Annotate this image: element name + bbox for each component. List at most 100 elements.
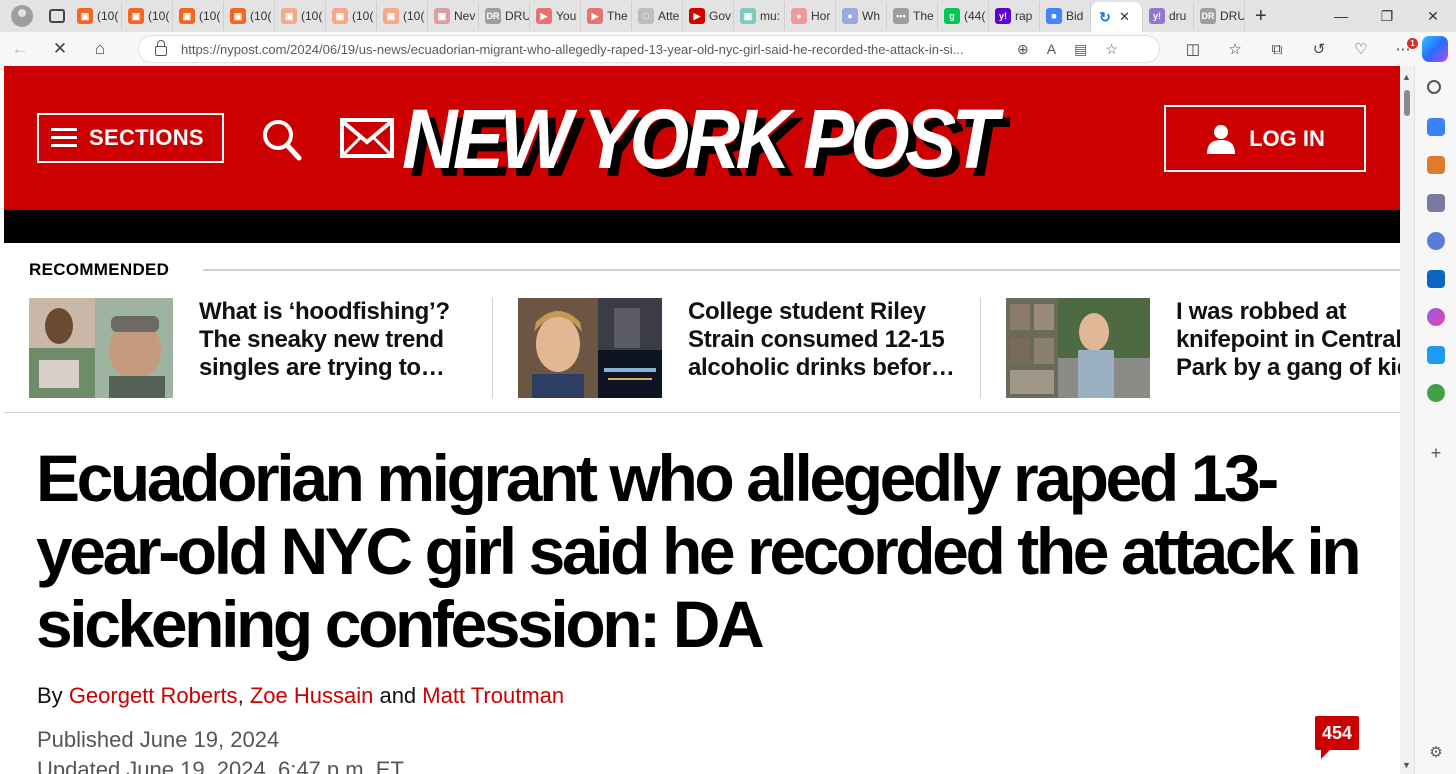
tab-favicon-icon: DR — [485, 8, 501, 24]
stop-loading-icon[interactable]: ✕ — [40, 39, 80, 59]
recommended-thumbnail[interactable] — [29, 298, 173, 398]
sidebar-settings-icon[interactable]: ⚙ — [1427, 744, 1445, 762]
browser-tab[interactable]: DR DRU — [1194, 2, 1245, 30]
recommended-thumbnail[interactable] — [1006, 298, 1150, 398]
tab-favicon-icon: ▣ — [332, 8, 348, 24]
minimize-icon[interactable]: — — [1318, 8, 1364, 24]
sidebar-shopping-icon[interactable] — [1427, 118, 1445, 136]
browser-tab[interactable]: ▶ The — [581, 2, 632, 30]
scroll-down-icon[interactable]: ▼ — [1402, 760, 1411, 770]
recommended-item[interactable]: I was robbed at knifepoint in Central Pa… — [1006, 298, 1400, 398]
favorites-icon[interactable]: ☆ — [1214, 40, 1256, 58]
browser-tab[interactable]: y! dru — [1143, 2, 1194, 30]
login-button[interactable]: LOG IN — [1164, 105, 1366, 172]
zoom-icon[interactable]: ⊕ — [1017, 41, 1029, 58]
read-aloud-icon[interactable]: A — [1047, 41, 1056, 58]
browser-tab-strip: ▣ (10(▣ (10(▣ (10(▣ (10(▣ (10(▣ (10(▣ (10(▣ Nev D… — [0, 0, 1456, 32]
window-controls: — ❐ ✕ — [1318, 0, 1456, 32]
author-link[interactable]: Matt Troutman — [422, 683, 564, 708]
tab-actions-icon[interactable] — [49, 9, 65, 23]
search-icon[interactable] — [262, 118, 302, 162]
home-icon[interactable]: ⌂ — [80, 39, 120, 59]
browser-tab[interactable]: y! rap — [989, 2, 1040, 30]
tab-favicon-icon: DR — [1200, 8, 1216, 24]
tab-label: (10( — [403, 9, 425, 23]
sidebar-games-icon[interactable] — [1427, 194, 1445, 212]
favorite-star-icon[interactable]: ☆ — [1105, 41, 1118, 58]
split-screen-icon[interactable]: ◫ — [1172, 40, 1214, 58]
recommended-separator — [980, 298, 981, 398]
new-tab-icon[interactable]: + — [1255, 5, 1267, 28]
tab-label: DRU — [505, 9, 530, 23]
tab-favicon-icon: ● — [791, 8, 807, 24]
comment-count-button[interactable]: 454 — [1315, 716, 1359, 759]
browser-tab-active[interactable]: ↻ ✕ — [1091, 2, 1143, 32]
more-menu-icon[interactable]: ⋯ 1 — [1382, 38, 1424, 58]
browser-tab[interactable]: ▣ (10( — [326, 2, 377, 30]
recommended-bottom-border — [4, 412, 1400, 413]
sidebar-search-icon[interactable] — [1427, 80, 1441, 94]
browser-tab[interactable]: □ Atte — [632, 2, 683, 30]
recommended-item[interactable]: College student Riley Strain consumed 12… — [518, 298, 968, 398]
tab-favicon-icon: g — [944, 8, 960, 24]
sidebar-tree-icon[interactable] — [1427, 384, 1445, 402]
tab-favicon-icon: ••• — [893, 8, 909, 24]
byline-separator: , — [237, 683, 244, 708]
browser-tab[interactable]: ▶ You — [530, 2, 581, 30]
author-link[interactable]: Zoe Hussain — [250, 683, 374, 708]
close-window-icon[interactable]: ✕ — [1410, 8, 1456, 25]
history-icon[interactable]: ↺ — [1298, 40, 1340, 58]
tab-label: dru — [1169, 9, 1187, 23]
sections-button[interactable]: SECTIONS — [37, 113, 224, 163]
browser-tab[interactable]: ▣ (10( — [224, 2, 275, 30]
browser-tab[interactable]: ▣ mu: — [734, 2, 785, 30]
back-icon[interactable]: ← — [0, 39, 40, 59]
sidebar-send-icon[interactable] — [1427, 346, 1445, 364]
new-york-post-logo[interactable]: NEW YORK POST NEW YORK POST — [396, 94, 1010, 186]
copilot-icon[interactable] — [1422, 36, 1448, 62]
profile-avatar-icon[interactable] — [11, 5, 33, 27]
browser-tab[interactable]: ● Hor — [785, 2, 836, 30]
browser-tab[interactable]: ▣ (10( — [275, 2, 326, 30]
sidebar-add-icon[interactable]: + — [1427, 444, 1445, 462]
recommended-title[interactable]: What is ‘hoodfishing’? The sneaky new tr… — [199, 298, 469, 382]
browser-tab[interactable]: ▣ (10( — [377, 2, 428, 30]
browser-tab[interactable]: ▣ (10( — [122, 2, 173, 30]
recommended-title[interactable]: I was robbed at knifepoint in Central Pa… — [1176, 298, 1400, 382]
tab-favicon-icon: □ — [638, 8, 654, 24]
browser-tab[interactable]: ▣ (10( — [173, 2, 224, 30]
browser-tab[interactable]: ■ Bid — [1040, 2, 1091, 30]
recommended-title[interactable]: College student Riley Strain consumed 12… — [688, 298, 958, 382]
scroll-up-icon[interactable]: ▲ — [1402, 72, 1411, 82]
browser-tab[interactable]: ▣ (10( — [71, 2, 122, 30]
recommended-thumbnail[interactable] — [518, 298, 662, 398]
author-link[interactable]: Georgett Roberts — [69, 683, 238, 708]
recommended-item[interactable]: What is ‘hoodfishing’? The sneaky new tr… — [29, 298, 479, 398]
url-text[interactable]: https://nypost.com/2024/06/19/us-news/ec… — [181, 42, 1003, 57]
browser-tab[interactable]: ▣ Nev — [428, 2, 479, 30]
sidebar-tools-icon[interactable] — [1427, 156, 1445, 174]
page-scrollbar[interactable]: ▲ ▼ — [1400, 66, 1414, 774]
sidebar-designer-icon[interactable] — [1427, 308, 1445, 326]
restore-icon[interactable]: ❐ — [1364, 8, 1410, 25]
tab-label: DRU — [1220, 9, 1245, 23]
mail-icon[interactable] — [340, 118, 394, 158]
scrollbar-thumb[interactable] — [1404, 90, 1410, 116]
collections-icon[interactable]: ⧉ — [1256, 41, 1298, 58]
svg-text:NEW YORK POST: NEW YORK POST — [402, 94, 1005, 186]
sidebar-copilot-icon[interactable] — [1427, 232, 1445, 250]
browser-tab[interactable]: DR DRU — [479, 2, 530, 30]
browser-tab[interactable]: ▶ Gov — [683, 2, 734, 30]
browser-tab[interactable]: ••• The — [887, 2, 938, 30]
close-tab-icon[interactable]: ✕ — [1119, 9, 1130, 25]
lock-icon[interactable] — [155, 40, 167, 56]
browser-essentials-icon[interactable]: ♡ — [1340, 40, 1382, 58]
url-field[interactable]: https://nypost.com/2024/06/19/us-news/ec… — [138, 35, 1160, 63]
browser-tab[interactable]: g (44( — [938, 2, 989, 30]
immersive-reader-icon[interactable]: ▤ — [1074, 41, 1087, 58]
loading-spinner-icon: ↻ — [1099, 8, 1111, 25]
browser-tab[interactable]: ● Wh — [836, 2, 887, 30]
tab-label: The — [913, 9, 934, 23]
sidebar-outlook-icon[interactable] — [1427, 270, 1445, 288]
address-bar-row: ← ✕ ⌂ https://nypost.com/2024/06/19/us-n… — [0, 32, 1456, 66]
